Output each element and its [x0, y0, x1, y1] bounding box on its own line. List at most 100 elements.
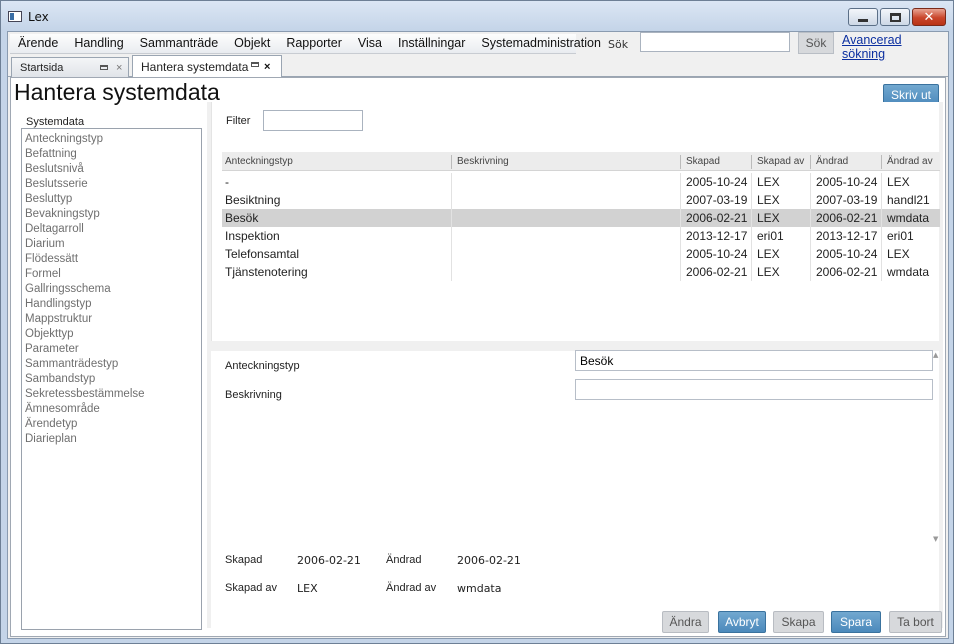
column-separator[interactable]: [751, 155, 752, 169]
cell-divider: [751, 263, 752, 281]
menu-installningar[interactable]: Inställningar: [390, 34, 473, 53]
systemdata-item[interactable]: Ämnesområde: [25, 402, 198, 417]
cancel-button[interactable]: Avbryt: [718, 611, 766, 633]
column-header-beskrivning[interactable]: Beskrivning: [457, 156, 509, 167]
systemdata-item[interactable]: Deltagarroll: [25, 222, 198, 237]
menu-visa[interactable]: Visa: [350, 34, 390, 53]
table-row[interactable]: Tjänstenotering 2006-02-21 LEX 2006-02-21 wm…: [222, 263, 940, 281]
table-row[interactable]: Inspektion 2013-12-17 eri01 2013-12-17 eri01: [222, 227, 940, 245]
systemdata-legend: Systemdata: [25, 116, 86, 128]
systemdata-item[interactable]: Sekretessbestämmelse: [25, 387, 198, 402]
window-title: Lex: [28, 10, 49, 24]
systemdata-item[interactable]: Diarium: [25, 237, 198, 252]
tab-hantera-systemdata[interactable]: Hantera systemdata ×: [132, 55, 282, 78]
table-cell: LEX: [757, 247, 780, 261]
systemdata-item[interactable]: Mappstruktur: [25, 312, 198, 327]
systemdata-item[interactable]: Flödessätt: [25, 252, 198, 267]
edit-button[interactable]: Ändra: [662, 611, 709, 633]
detail-scrollbar[interactable]: ▲ ▼: [933, 351, 939, 546]
table-row[interactable]: Telefonsamtal 2005-10-24 LEX 2005-10-24 LEX: [222, 245, 940, 263]
close-window-button[interactable]: ✕: [912, 8, 946, 26]
table-cell: eri01: [887, 229, 914, 243]
type-input[interactable]: [575, 350, 933, 371]
systemdata-item[interactable]: Bevakningstyp: [25, 207, 198, 222]
systemdata-item[interactable]: Ärendetyp: [25, 417, 198, 432]
table-cell: 2006-02-21: [816, 265, 878, 279]
column-separator[interactable]: [881, 155, 882, 169]
column-separator[interactable]: [810, 155, 811, 169]
app-window: Lex ✕ Ärende Handling Sammanträde Objekt…: [0, 0, 954, 644]
systemdata-item[interactable]: Sammanträdestyp: [25, 357, 198, 372]
table-cell: Besiktning: [225, 193, 281, 207]
systemdata-item[interactable]: Handlingstyp: [25, 297, 198, 312]
systemdata-item[interactable]: Gallringsschema: [25, 282, 198, 297]
pin-icon[interactable]: [251, 62, 259, 67]
menu-handling[interactable]: Handling: [66, 34, 131, 53]
cell-divider: [451, 245, 452, 263]
column-separator[interactable]: [451, 155, 452, 169]
tab-startsida[interactable]: Startsida ×: [11, 57, 129, 78]
search-input[interactable]: [640, 32, 790, 52]
pin-icon[interactable]: [100, 65, 108, 70]
menu-sammantrade[interactable]: Sammanträde: [132, 34, 227, 53]
systemdata-list[interactable]: Anteckningstyp Befattning Beslutsnivå Beslu…: [21, 128, 202, 630]
menu-rapporter[interactable]: Rapporter: [278, 34, 350, 53]
column-header-skapad-av[interactable]: Skapad av: [757, 156, 804, 167]
scroll-up-icon[interactable]: ▲: [933, 351, 938, 359]
systemdata-item[interactable]: Sambandstyp: [25, 372, 198, 387]
close-icon: ✕: [923, 9, 935, 25]
column-header-skapad[interactable]: Skapad: [686, 156, 720, 167]
systemdata-item[interactable]: Beslutsserie: [25, 177, 198, 192]
cell-divider: [810, 245, 811, 263]
menu-systemadministration[interactable]: Systemadministration: [473, 34, 609, 53]
description-label: Beskrivning: [225, 389, 282, 401]
save-button[interactable]: Spara: [831, 611, 881, 633]
systemdata-item[interactable]: Parameter: [25, 342, 198, 357]
changed-value: 2006-02-21: [457, 554, 521, 567]
systemdata-item[interactable]: Besluttyp: [25, 192, 198, 207]
table-cell: wmdata: [887, 211, 930, 225]
table-row[interactable]: Besiktning 2007-03-19 LEX 2007-03-19 handl21: [222, 191, 940, 209]
column-header-anteckningstyp[interactable]: Anteckningstyp: [225, 156, 293, 167]
scroll-down-icon[interactable]: ▼: [933, 535, 938, 543]
delete-button[interactable]: Ta bort: [889, 611, 942, 633]
table-cell: 2005-10-24: [816, 175, 878, 189]
tab-label: Startsida: [20, 62, 64, 74]
table-cell: 2007-03-19: [686, 193, 748, 207]
create-button[interactable]: Skapa: [773, 611, 824, 633]
column-header-andrad[interactable]: Ändrad: [816, 156, 848, 167]
cell-divider: [751, 191, 752, 209]
systemdata-item[interactable]: Formel: [25, 267, 198, 282]
table-cell: Besök: [225, 211, 259, 225]
systemdata-item[interactable]: Objekttyp: [25, 327, 198, 342]
table-cell: 2013-12-17: [686, 229, 748, 243]
column-header-andrad-av[interactable]: Ändrad av: [887, 156, 933, 167]
table-cell: 2005-10-24: [816, 247, 878, 261]
description-input[interactable]: [575, 379, 933, 400]
menu-objekt[interactable]: Objekt: [226, 34, 278, 53]
filter-input[interactable]: [263, 110, 363, 131]
close-tab-icon[interactable]: ×: [264, 56, 270, 78]
systemdata-item[interactable]: Beslutsnivå: [25, 162, 198, 177]
search-label: Sök: [608, 38, 629, 51]
changed-by-label: Ändrad av: [386, 582, 437, 594]
changed-by-value: wmdata: [457, 582, 502, 595]
menu-arende[interactable]: Ärende: [10, 34, 66, 53]
cell-divider: [751, 209, 752, 227]
cell-divider: [680, 209, 681, 227]
close-tab-icon[interactable]: ×: [116, 58, 122, 78]
title-bar[interactable]: Lex ✕: [1, 1, 953, 31]
search-button[interactable]: Sök: [798, 32, 834, 54]
tab-content: Hantera systemdata Skriv ut Anteckningst…: [10, 77, 946, 637]
table-row[interactable]: Besök 2006-02-21 LEX 2006-02-21 wmdata: [222, 209, 940, 227]
cell-divider: [751, 173, 752, 191]
systemdata-item[interactable]: Befattning: [25, 147, 198, 162]
table-cell: LEX: [757, 175, 780, 189]
minimize-button[interactable]: [848, 8, 878, 26]
systemdata-item[interactable]: Anteckningstyp: [25, 132, 198, 147]
maximize-button[interactable]: [880, 8, 910, 26]
column-separator[interactable]: [680, 155, 681, 169]
table-row[interactable]: - 2005-10-24 LEX 2005-10-24 LEX: [222, 173, 940, 191]
cell-divider: [451, 263, 452, 281]
systemdata-item[interactable]: Diarieplan: [25, 432, 198, 447]
